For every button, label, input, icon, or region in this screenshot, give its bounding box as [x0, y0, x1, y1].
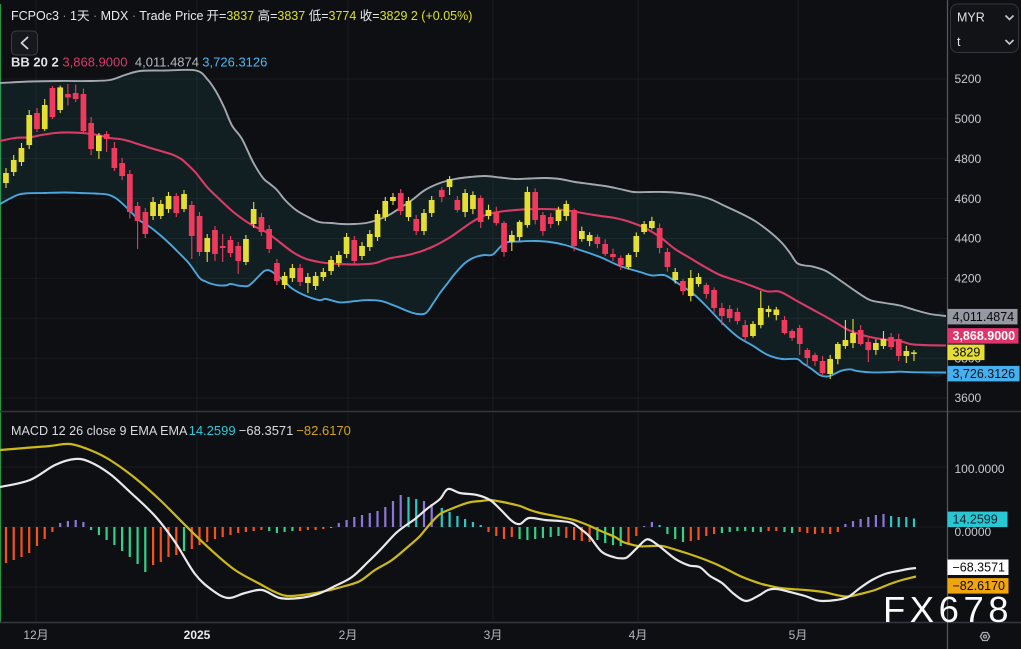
svg-text:2月: 2月 [339, 628, 358, 642]
svg-text:BB 20 23,868.90004,011.48743,7: BB 20 23,868.90004,011.48743,726.3126 [11, 55, 267, 70]
svg-text:5200: 5200 [955, 72, 982, 86]
svg-text:−82.6170: −82.6170 [953, 579, 1006, 593]
svg-text:4600: 4600 [955, 192, 982, 206]
svg-text:4800: 4800 [955, 152, 982, 166]
svg-text:开=3837 高=3837 低=3774 收=3829 2: 开=3837 高=3837 低=3774 收=3829 2 (+0.05%) [207, 8, 473, 23]
svg-text:−68.3571: −68.3571 [953, 561, 1006, 575]
svg-text:5000: 5000 [955, 112, 982, 126]
svg-text:12月: 12月 [23, 628, 48, 642]
svg-text:4,011.4874: 4,011.4874 [953, 310, 1015, 324]
svg-text:4月: 4月 [629, 628, 648, 642]
svg-text:MYR: MYR [957, 11, 985, 25]
svg-text:3,726.3126: 3,726.3126 [953, 367, 1016, 381]
svg-text:3600: 3600 [955, 391, 982, 405]
svg-text:FCPOc3 · 1天 · MDX · Trade Pric: FCPOc3 · 1天 · MDX · Trade Price [11, 9, 203, 23]
svg-text:MACD 12 26 close 9 EMA EMA14.2: MACD 12 26 close 9 EMA EMA14.2599−68.357… [11, 423, 351, 438]
svg-text:2025: 2025 [184, 628, 211, 642]
svg-text:3月: 3月 [484, 628, 503, 642]
svg-text:3829: 3829 [953, 346, 981, 360]
svg-text:t: t [957, 35, 961, 49]
svg-text:5月: 5月 [789, 628, 808, 642]
svg-text:4400: 4400 [955, 232, 982, 246]
svg-text:4200: 4200 [955, 272, 982, 286]
svg-text:14.2599: 14.2599 [953, 513, 998, 527]
svg-text:FX678: FX678 [883, 589, 1013, 630]
svg-text:100.0000: 100.0000 [955, 462, 1005, 476]
svg-text:3,868.9000: 3,868.9000 [953, 329, 1016, 343]
